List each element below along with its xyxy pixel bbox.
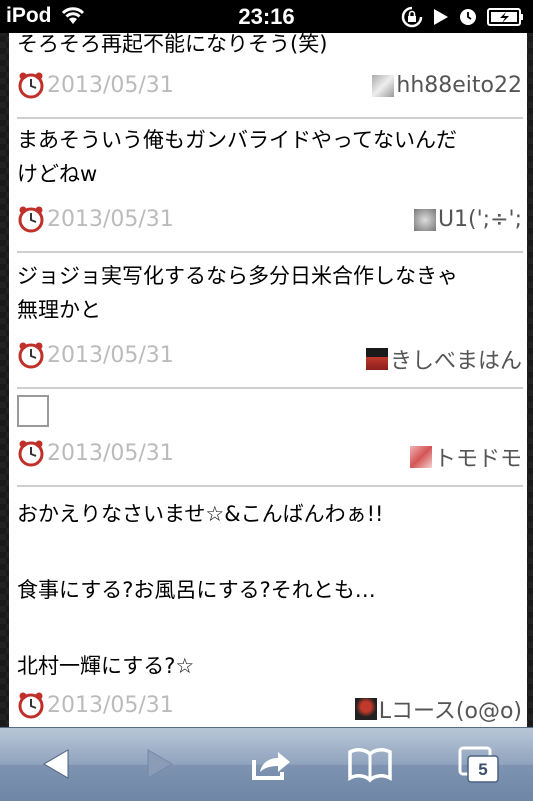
alarm-clock-icon: [18, 72, 44, 99]
image-placeholder[interactable]: [17, 395, 49, 427]
post-user[interactable]: トモドモ: [409, 441, 522, 473]
alarm-clock-icon: [459, 8, 477, 31]
user-name: きしべまはん: [389, 349, 522, 374]
tabs-count: 5: [478, 760, 488, 779]
share-icon[interactable]: [242, 742, 298, 786]
forward-icon[interactable]: [132, 742, 188, 786]
user-name: Lコース(o@o): [378, 699, 522, 724]
post-user[interactable]: きしべまはん: [365, 343, 522, 375]
alarm-clock-icon: [18, 440, 44, 467]
divider: [17, 251, 523, 253]
bookmarks-icon[interactable]: [342, 742, 398, 786]
alarm-clock-icon: [18, 342, 44, 369]
play-icon: [433, 8, 449, 31]
post-date: 2013/05/31: [47, 343, 174, 368]
post-text: おかえりなさいませ☆&こんばんわぁ!! 食事にする?お風呂にする?それとも… 北…: [17, 502, 384, 678]
post-user[interactable]: U1(';÷';: [413, 207, 522, 232]
back-icon[interactable]: [28, 742, 84, 786]
user-avatar-icon: [409, 446, 432, 468]
post-text: ジョジョ実写化するなら多分日米合作しなきゃ 無理かと: [17, 264, 458, 322]
rotation-lock-icon: [401, 6, 423, 33]
post-user[interactable]: Lコース(o@o): [354, 693, 522, 725]
user-avatar-icon: [372, 74, 395, 97]
post-date: 2013/05/31: [47, 73, 174, 98]
post-date: 2013/05/31: [47, 693, 174, 718]
battery-charging-icon: [487, 8, 525, 31]
alarm-clock-icon: [18, 206, 44, 233]
alarm-clock-icon: [18, 692, 44, 719]
divider: [17, 387, 523, 389]
browser-toolbar: 5: [0, 727, 533, 801]
user-name: U1(';÷';: [437, 207, 522, 232]
timeline: そろそろ再起不能になりそう(笑) 2013/05/31 hh88eito22 ま…: [9, 33, 527, 727]
post-date: 2013/05/31: [47, 441, 174, 466]
user-avatar-icon: [354, 698, 377, 720]
divider: [17, 117, 523, 119]
post-user[interactable]: hh88eito22: [372, 73, 522, 98]
divider: [17, 485, 523, 487]
user-avatar-icon: [413, 208, 436, 231]
post-date: 2013/05/31: [47, 207, 174, 232]
user-name: トモドモ: [433, 447, 522, 472]
post-text: そろそろ再起不能になりそう(笑): [17, 33, 328, 56]
post-text: まあそういう俺もガンバライドやってないんだ けどねw: [17, 128, 457, 186]
user-name: hh88eito22: [396, 73, 522, 98]
user-avatar-icon: [365, 348, 388, 370]
status-bar: iPod 23:16: [0, 0, 533, 33]
tabs-button[interactable]: 5: [452, 742, 508, 786]
